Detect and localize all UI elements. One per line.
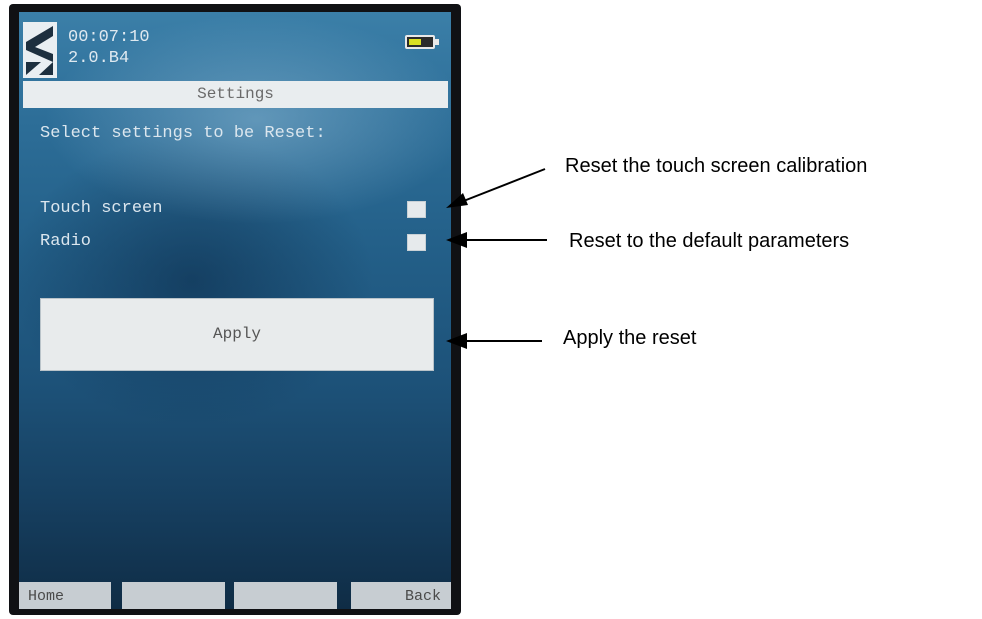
touch-screen-checkbox[interactable] [407, 201, 426, 218]
battery-level-fill [409, 39, 421, 45]
figure: 00:07:10 2.0.B4 Settings Select settings… [0, 0, 982, 619]
device-screen: 00:07:10 2.0.B4 Settings Select settings… [19, 12, 451, 609]
battery-icon [405, 35, 435, 49]
softkey-2[interactable] [122, 582, 225, 609]
battery-tip-icon [435, 39, 439, 45]
home-softkey[interactable]: Home [19, 582, 111, 609]
radio-label: Radio [40, 232, 92, 251]
back-softkey[interactable]: Back [351, 582, 451, 609]
reset-prompt: Select settings to be Reset: [40, 124, 326, 143]
version-readout: 2.0.B4 [68, 49, 130, 68]
arrow-radio [446, 232, 547, 248]
touch-screen-label: Touch screen [40, 199, 163, 218]
screen-title: Settings [23, 81, 448, 108]
annotation-apply: Apply the reset [563, 327, 697, 349]
apply-button[interactable]: Apply [40, 298, 434, 371]
annotation-radio: Reset to the default parameters [569, 230, 850, 252]
softkey-3[interactable] [234, 582, 337, 609]
clock-readout: 00:07:10 [68, 28, 150, 47]
radio-checkbox[interactable] [407, 234, 426, 251]
annotation-touch-screen: Reset the touch screen calibration [565, 155, 868, 177]
brand-logo [23, 22, 57, 78]
